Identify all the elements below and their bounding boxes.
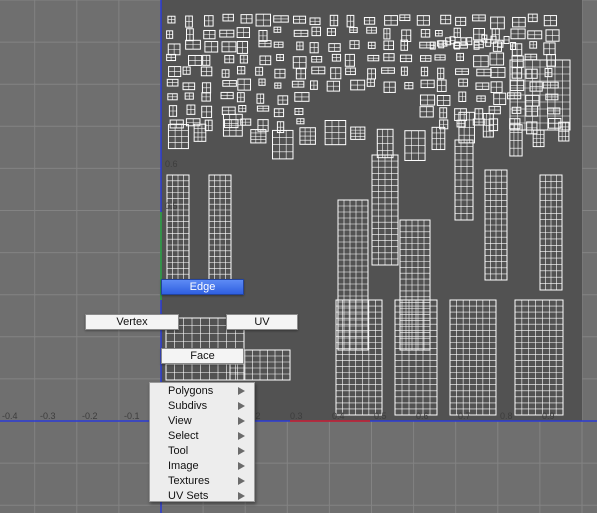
submenu-arrow-icon: [238, 462, 245, 470]
menu-item-polygons[interactable]: Polygons: [150, 384, 254, 399]
edge-button[interactable]: Edge: [161, 279, 244, 295]
u-tick-label: 0.6: [416, 411, 429, 421]
uv-texture-editor-viewport[interactable]: -0.4-0.3-0.2-0.10.20.30.40.50.60.70.80.9…: [0, 0, 597, 513]
menu-item-label: View: [168, 415, 192, 427]
u-tick-label: 0.4: [332, 411, 345, 421]
menu-item-textures[interactable]: Textures: [150, 474, 254, 489]
menu-item-label: Select: [168, 430, 199, 442]
u-tick-label: 0.7: [458, 411, 471, 421]
menu-item-label: UV Sets: [168, 490, 209, 502]
menu-item-label: Subdivs: [168, 400, 208, 412]
menu-item-tool[interactable]: Tool: [150, 444, 254, 459]
u-tick-label: -0.4: [2, 411, 18, 421]
u-tick-label: 0.9: [542, 411, 555, 421]
menu-item-label: Polygons: [168, 385, 214, 397]
u-tick-label: -0.1: [124, 411, 140, 421]
submenu-arrow-icon: [238, 387, 245, 395]
menu-item-label: Image: [168, 460, 199, 472]
menu-item-label: Textures: [168, 475, 210, 487]
u-tick-label: 0.3: [290, 411, 303, 421]
v-tick-label: 0.5: [165, 201, 178, 211]
submenu-arrow-icon: [238, 402, 245, 410]
menu-item-uv-sets[interactable]: UV Sets: [150, 489, 254, 504]
submenu-arrow-icon: [238, 492, 245, 500]
menu-item-image[interactable]: Image: [150, 459, 254, 474]
uv-button[interactable]: UV: [226, 314, 298, 330]
context-menu: Polygons Subdivs View Select Tool Image Textur…: [149, 382, 255, 502]
u-tick-label: 0.8: [500, 411, 513, 421]
menu-item-subdivs[interactable]: Subdivs: [150, 399, 254, 414]
menu-item-label: Tool: [168, 445, 189, 457]
submenu-arrow-icon: [238, 447, 245, 455]
u-tick-label: -0.2: [82, 411, 98, 421]
submenu-arrow-icon: [238, 477, 245, 485]
v-tick-label: 0.6: [165, 159, 178, 169]
u-tick-label: 0.5: [374, 411, 387, 421]
menu-item-select[interactable]: Select: [150, 429, 254, 444]
u-tick-label: -0.3: [40, 411, 56, 421]
submenu-arrow-icon: [238, 417, 245, 425]
submenu-arrow-icon: [238, 432, 245, 440]
uv-grid-canvas[interactable]: -0.4-0.3-0.2-0.10.20.30.40.50.60.70.80.9…: [0, 0, 597, 513]
menu-item-view[interactable]: View: [150, 414, 254, 429]
face-button[interactable]: Face: [161, 348, 244, 364]
vertex-button[interactable]: Vertex: [85, 314, 179, 330]
